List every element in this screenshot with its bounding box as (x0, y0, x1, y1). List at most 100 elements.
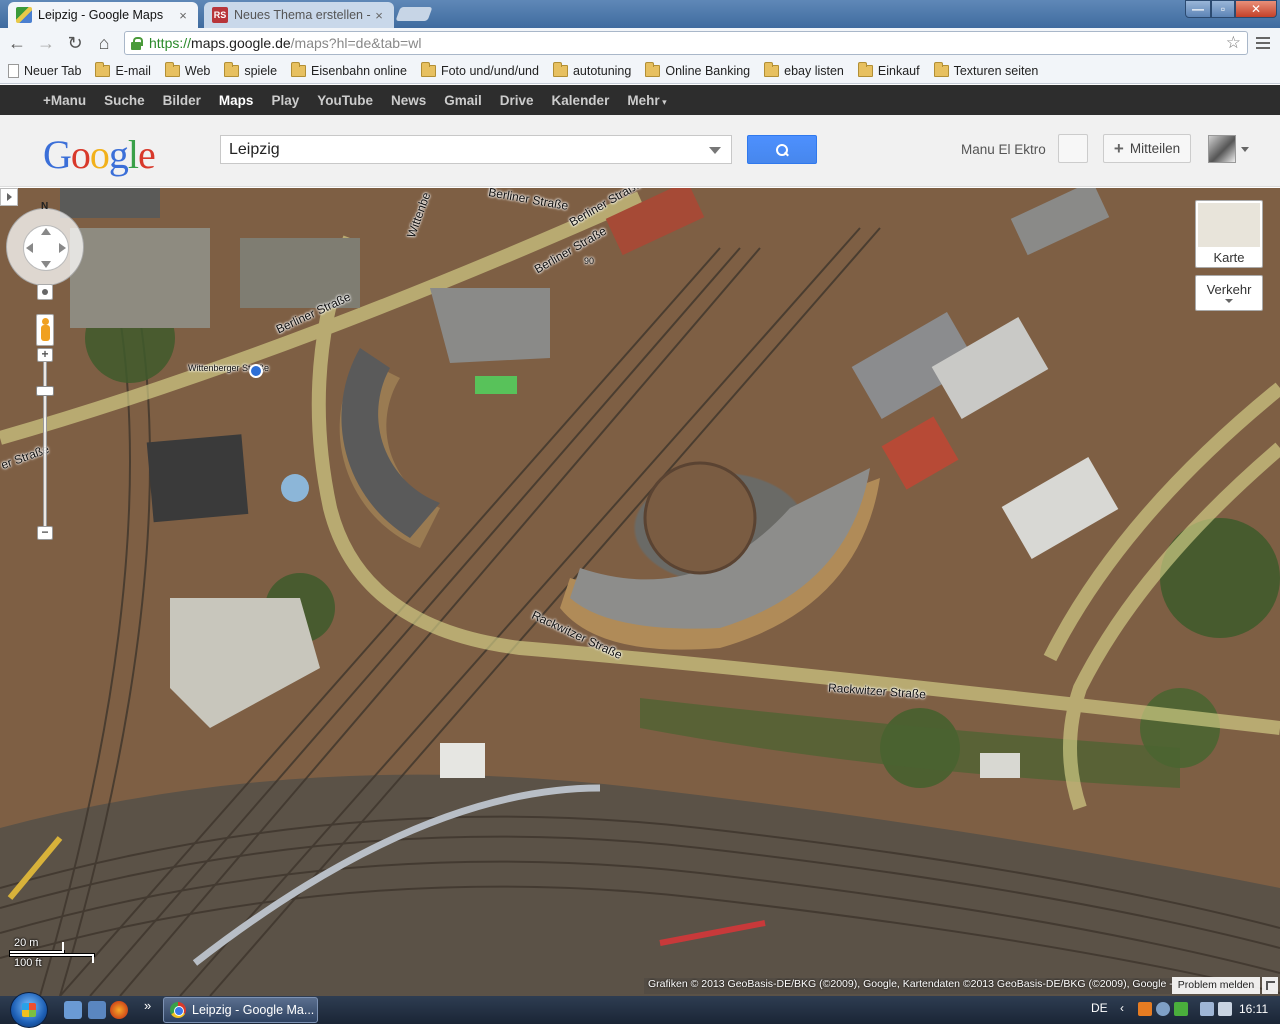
new-tab-button[interactable] (395, 7, 433, 21)
aerial-map[interactable]: Berliner Straße Berliner Straße Berliner… (0, 188, 1280, 996)
taskbar-item-chrome[interactable]: Leipzig - Google Ma... (163, 997, 318, 1023)
bookmark-texturen-seiten[interactable]: Texturen seiten (933, 61, 1038, 78)
street-label: Wittenberger Straße (188, 363, 270, 373)
gbar-item-bilder[interactable]: Bilder (163, 93, 201, 108)
bookmark-ebay-listen[interactable]: ebay listen (764, 61, 844, 78)
url-host: maps.google.de (191, 35, 291, 51)
pan-control[interactable]: N (6, 201, 84, 286)
address-bar[interactable]: https://maps.google.de/maps?hl=de&tab=wl… (124, 31, 1248, 55)
bookmark-online-banking[interactable]: Online Banking (645, 61, 751, 78)
gbar-item-play[interactable]: Play (271, 93, 299, 108)
security-icon[interactable] (1174, 1002, 1188, 1016)
avatar[interactable] (1208, 135, 1236, 163)
tab-title: Neues Thema erstellen - P (234, 8, 372, 22)
google-header: Google Leipzig Manu El Ektro + Mitteilen (0, 115, 1280, 187)
start-button[interactable] (10, 992, 48, 1028)
expand-icon[interactable] (1262, 977, 1278, 994)
pan-up-icon[interactable] (41, 228, 51, 235)
map-type-button[interactable]: Karte (1195, 200, 1263, 268)
user-name[interactable]: Manu El Ektro (961, 142, 1046, 157)
street-label: 90 (584, 256, 595, 266)
tab-close-icon[interactable]: × (176, 8, 190, 23)
zoom-in-button[interactable]: + (37, 348, 53, 362)
traffic-button[interactable]: Verkehr (1195, 275, 1263, 311)
bookmark-eisenbahn-online[interactable]: Eisenbahn online (291, 61, 407, 78)
plus-icon: + (1113, 138, 1124, 158)
zoom-track[interactable] (43, 348, 47, 538)
forum-favicon-icon: RS (212, 7, 228, 23)
bookmark-autotuning[interactable]: autotuning (552, 61, 631, 78)
chevron-down-icon[interactable] (709, 147, 721, 154)
tab-close-icon[interactable]: × (372, 8, 386, 23)
gbar-item-youtube[interactable]: YouTube (317, 93, 373, 108)
volume-icon[interactable] (1218, 1002, 1232, 1016)
tab-leipzig-google-maps[interactable]: Leipzig - Google Maps × (8, 2, 198, 28)
pegman-icon[interactable] (36, 314, 54, 346)
gbar-item-drive[interactable]: Drive (500, 93, 534, 108)
zoom-slider-thumb[interactable] (36, 386, 54, 396)
bookmark-label: E-mail (115, 63, 151, 78)
quicklaunch-more-icon[interactable]: » (144, 998, 151, 1013)
gbar-item-news[interactable]: News (391, 93, 426, 108)
bookmark-label: Online Banking (665, 63, 751, 78)
share-button[interactable]: + Mitteilen (1103, 134, 1191, 163)
search-input[interactable]: Leipzig (220, 135, 732, 164)
page-icon (8, 63, 19, 78)
window-close-button[interactable]: ✕ (1235, 0, 1277, 18)
pan-right-icon[interactable] (59, 243, 66, 253)
network-icon[interactable] (1200, 1002, 1214, 1016)
pegman-head (42, 318, 49, 325)
back-arrow-icon[interactable]: ← (6, 32, 28, 54)
gbar-more-menu[interactable]: Mehr (627, 93, 666, 108)
bookmark-spiele[interactable]: spiele (224, 61, 278, 78)
language-indicator[interactable]: DE (1091, 1001, 1108, 1015)
folder-icon (291, 61, 307, 77)
gbar-item-manu[interactable]: +Manu (43, 93, 86, 108)
share-label: Mitteilen (1129, 141, 1181, 156)
zoom-slider[interactable]: + − (36, 348, 54, 540)
explorer-icon[interactable] (88, 1001, 106, 1019)
gbar-item-kalender[interactable]: Kalender (552, 93, 610, 108)
notifications-button[interactable] (1058, 134, 1088, 163)
pan-down-icon[interactable] (41, 261, 51, 268)
tray-app-icon[interactable] (1138, 1002, 1152, 1016)
bookmark-neuer-tab[interactable]: Neuer Tab (8, 63, 81, 78)
scale-metric-label: 20 m (14, 937, 39, 949)
bookmark-e-mail[interactable]: E-mail (95, 61, 151, 78)
menu-icon[interactable] (1252, 32, 1274, 54)
bookmark-foto-und-und-und[interactable]: Foto und/und/und (420, 61, 539, 78)
report-problem-link[interactable]: Problem melden (1172, 977, 1260, 994)
gbar-item-maps[interactable]: Maps (219, 93, 254, 108)
gbar-item-gmail[interactable]: Gmail (444, 93, 482, 108)
forward-arrow-icon[interactable]: → (35, 32, 57, 54)
home-icon[interactable]: ⌂ (93, 32, 115, 54)
folder-icon (95, 61, 111, 77)
firefox-icon[interactable] (110, 1001, 128, 1019)
bookmark-web[interactable]: Web (164, 61, 210, 78)
rotate-icon[interactable] (37, 284, 53, 300)
toggle-panel-button[interactable] (0, 188, 18, 206)
folder-icon (645, 61, 661, 77)
steam-icon[interactable] (1156, 1002, 1170, 1016)
bookmark-label: spiele (244, 63, 278, 78)
window-maximize-button[interactable]: ▫ (1211, 0, 1235, 18)
tray-expand-icon[interactable]: ‹ (1120, 1001, 1124, 1015)
reload-icon[interactable]: ↻ (64, 32, 86, 54)
tab-neues-thema[interactable]: RS Neues Thema erstellen - P × (204, 2, 394, 28)
clock[interactable]: 16:11 (1239, 1002, 1268, 1016)
scale-bar-imperial-line (10, 954, 94, 963)
compass-north-label: N (41, 201, 49, 212)
tram-station-icon[interactable] (249, 364, 263, 378)
pan-left-icon[interactable] (26, 243, 33, 253)
show-desktop-icon[interactable] (64, 1001, 82, 1019)
pegman-body (41, 325, 50, 341)
zoom-out-button[interactable]: − (37, 526, 53, 540)
gbar-item-suche[interactable]: Suche (104, 93, 145, 108)
google-logo[interactable]: Google (43, 131, 156, 178)
chevron-down-icon[interactable] (1241, 147, 1249, 152)
folder-icon (224, 61, 240, 77)
bookmark-star-icon[interactable]: ☆ (1226, 33, 1241, 53)
search-button[interactable] (747, 135, 817, 164)
bookmark-einkauf[interactable]: Einkauf (857, 61, 920, 78)
window-minimize-button[interactable]: — (1185, 0, 1211, 18)
